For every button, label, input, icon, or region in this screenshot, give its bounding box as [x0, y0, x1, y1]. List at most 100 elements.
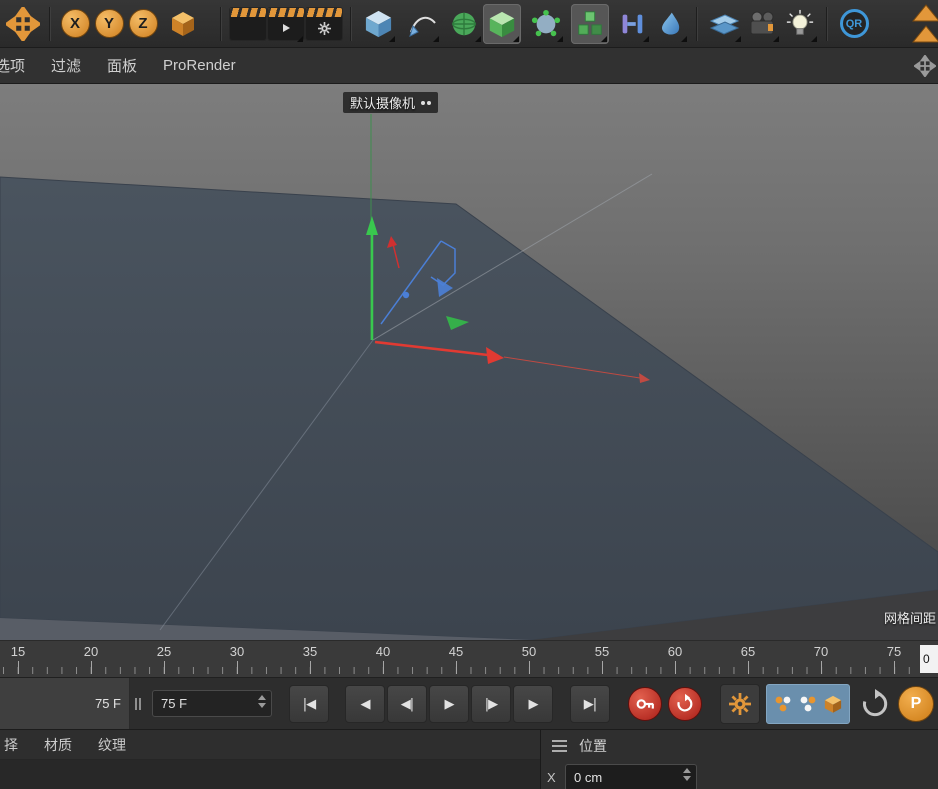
toolbar-separator: [696, 7, 698, 41]
goto-start-button[interactable]: |◀: [289, 685, 329, 723]
loop-arrow-icon: [860, 689, 890, 719]
ruler-tick-label: 55: [595, 644, 609, 659]
droplet-icon: [656, 10, 684, 38]
goto-end-icon: ▶|: [584, 697, 596, 712]
subdivision-surface-button[interactable]: [445, 4, 483, 44]
goto-start-icon: |◀: [303, 697, 315, 712]
edit-render-settings-button[interactable]: [305, 4, 343, 44]
green-cube-icon: [487, 9, 517, 39]
dropdown-corner-icon: [297, 36, 303, 42]
coordinate-system-button[interactable]: [164, 4, 202, 44]
viewport-3d[interactable]: 默认摄像机 网格间距: [0, 84, 938, 640]
viewport-pan-icon[interactable]: [914, 55, 936, 81]
point-level-animation-toggle[interactable]: [823, 694, 843, 714]
powerslider-preferences-button[interactable]: P: [898, 686, 934, 722]
frame-spinner-field[interactable]: 75 F: [152, 690, 272, 717]
deformer-button[interactable]: [613, 4, 651, 44]
light-button[interactable]: [781, 4, 819, 44]
material-list-area[interactable]: [0, 760, 540, 789]
lock-x-axis-button[interactable]: X: [58, 4, 92, 44]
cloner-array-button[interactable]: [571, 4, 609, 44]
goto-prev-key-button[interactable]: ◀: [345, 685, 385, 723]
menu-texture[interactable]: 纹理: [85, 735, 139, 755]
goto-next-key-button[interactable]: ▶: [513, 685, 553, 723]
gear-icon: [318, 22, 331, 35]
goto-next-frame-button[interactable]: |▶: [471, 685, 511, 723]
coordinate-x-row: X 0 cm: [541, 764, 697, 789]
material-manager: 择 材质 纹理: [0, 730, 540, 789]
render-to-picture-viewer-button[interactable]: [267, 4, 305, 44]
lock-z-axis-button[interactable]: Z: [126, 4, 160, 44]
menu-filter[interactable]: 过滤: [38, 55, 94, 76]
dropdown-corner-icon: [681, 36, 687, 42]
menu-prorender[interactable]: ProRender: [150, 57, 249, 74]
powerslider-grip[interactable]: [135, 698, 143, 710]
record-keyframe-button[interactable]: [628, 687, 662, 721]
spline-pen-button[interactable]: [403, 4, 441, 44]
camera-name-label[interactable]: 默认摄像机: [343, 92, 438, 113]
generator-cube-button[interactable]: [483, 4, 521, 44]
ruler-tick-label: 30: [230, 644, 244, 659]
cloner-cubes-icon: [575, 9, 605, 39]
timeline-ruler[interactable]: 15202530354045505560657075 0: [0, 640, 938, 678]
hamburger-menu-icon[interactable]: [552, 740, 567, 752]
dropdown-corner-icon: [475, 36, 481, 42]
interactive-render-button[interactable]: QR: [835, 4, 873, 44]
menu-material[interactable]: 材质: [31, 735, 85, 755]
autokey-button[interactable]: [668, 687, 702, 721]
next-frame-icon: |▶: [485, 697, 497, 712]
dropdown-corner-icon: [735, 36, 741, 42]
ruler-tick-label: 15: [11, 644, 25, 659]
goto-end-button[interactable]: ▶|: [570, 685, 610, 723]
move-icon: [6, 7, 40, 41]
camera-button[interactable]: [743, 4, 781, 44]
ruler-tick-label: 70: [814, 644, 828, 659]
floor-button[interactable]: [705, 4, 743, 44]
playback-loop-button[interactable]: [858, 687, 892, 721]
autokey-ring-icon: [674, 693, 696, 715]
menu-select-cut[interactable]: 择: [0, 735, 31, 755]
ground-plane[interactable]: [0, 177, 938, 640]
menu-panel[interactable]: 面板: [94, 55, 150, 76]
position-title: 位置: [579, 736, 607, 756]
ruler-tick-label: 65: [741, 644, 755, 659]
x-position-field[interactable]: 0 cm: [565, 764, 697, 789]
move-tool-button[interactable]: [4, 4, 42, 44]
z-axis-icon: Z: [129, 9, 158, 38]
lock-y-axis-button[interactable]: Y: [92, 4, 126, 44]
sphere-points-icon: [531, 9, 561, 39]
animation-toolbar: 75 F 75 F |◀ ◀ ◀| ▶ |▶ ▶ ▶|: [0, 678, 938, 730]
add-cube-primitive-button[interactable]: [359, 4, 397, 44]
metaball-button[interactable]: [527, 4, 565, 44]
subdivision-sphere-icon: [449, 9, 479, 39]
toolbar-separator: [49, 7, 51, 41]
field-button[interactable]: [651, 4, 689, 44]
dropdown-corner-icon: [811, 36, 817, 42]
keyframe-settings-button[interactable]: [720, 684, 760, 724]
menu-options[interactable]: 选项: [0, 55, 38, 76]
y-axis-icon: Y: [95, 9, 124, 38]
record-position-toggle[interactable]: [773, 694, 793, 714]
render-view-button[interactable]: [229, 4, 267, 44]
ruler-end-field[interactable]: 0: [920, 645, 938, 673]
warning-triangle-icon: [912, 4, 938, 22]
record-parameter-toggle[interactable]: [798, 694, 818, 714]
toolbar-separator: [220, 7, 222, 41]
toolbar-separator: [350, 7, 352, 41]
play-forward-button[interactable]: ▶: [429, 685, 469, 723]
spinner-arrows-icon[interactable]: [683, 768, 691, 781]
coordinate-manager: 位置 X 0 cm: [540, 730, 938, 789]
prev-frame-icon: ◀|: [401, 697, 413, 712]
toolbar-separator: [826, 7, 828, 41]
toolbar-overflow-icons[interactable]: [912, 2, 938, 46]
spinner-arrows-icon[interactable]: [258, 695, 266, 708]
current-frame-display[interactable]: 75 F: [0, 678, 130, 729]
coordinate-header: 位置: [541, 730, 938, 762]
prev-key-icon: ◀: [361, 697, 370, 712]
light-bulb-icon: [785, 9, 815, 39]
bend-deformer-icon: [617, 9, 647, 39]
goto-prev-frame-button[interactable]: ◀|: [387, 685, 427, 723]
dropdown-corner-icon: [643, 36, 649, 42]
viewport-menubar: 选项 过滤 面板 ProRender: [0, 48, 938, 84]
camera-glyph-icon: [421, 101, 431, 105]
